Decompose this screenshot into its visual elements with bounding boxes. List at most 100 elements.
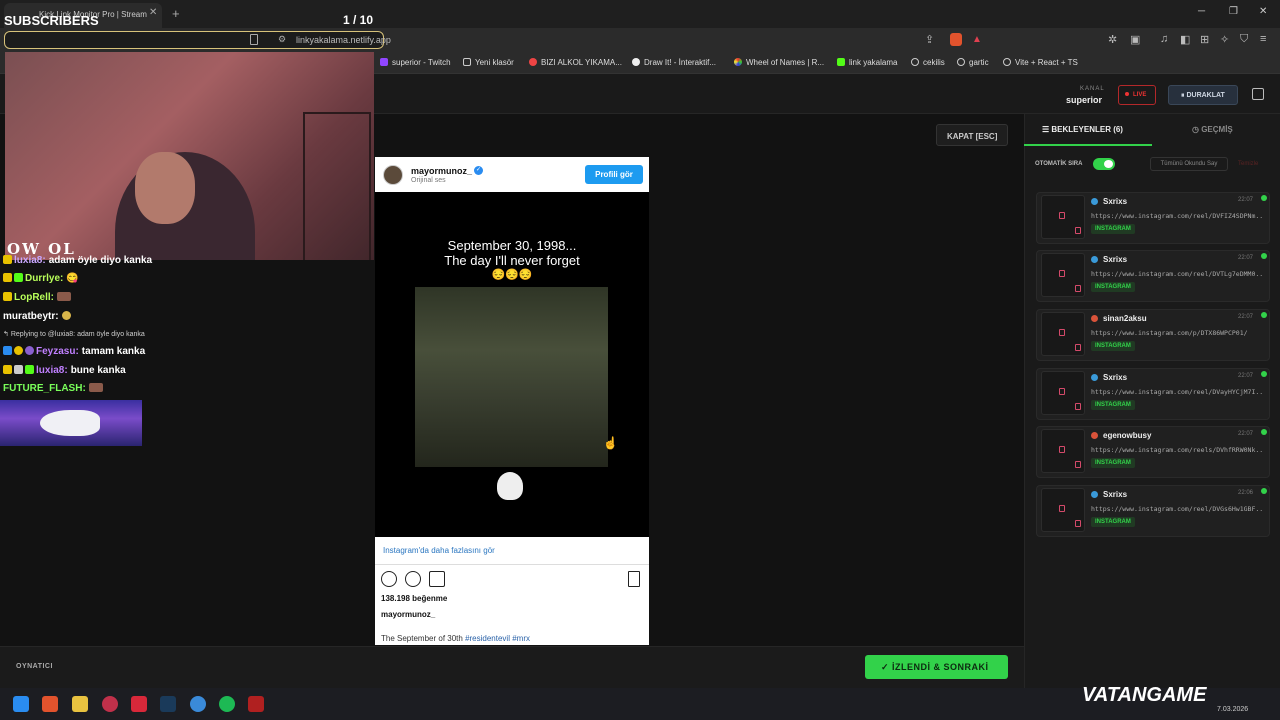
queue-username: Sxrixs bbox=[1103, 373, 1128, 382]
app-icon[interactable] bbox=[248, 696, 264, 712]
player-label: OYNATICI bbox=[16, 663, 53, 670]
extensions-icon[interactable]: ✲ bbox=[1108, 33, 1117, 46]
clear-button[interactable]: Temizle bbox=[1238, 161, 1258, 167]
new-tab-icon[interactable]: + bbox=[172, 6, 180, 21]
bookmark-item[interactable]: link yakalama bbox=[837, 58, 897, 67]
wallet-icon[interactable]: ▣ bbox=[1130, 33, 1140, 46]
taskbar-date: 7.03.2026 bbox=[1217, 706, 1249, 713]
online-dot-icon bbox=[1261, 371, 1267, 377]
queue-username: sinan2aksu bbox=[1103, 314, 1147, 323]
webcam-shelf bbox=[303, 112, 371, 260]
view-profile-button[interactable]: Profili gör bbox=[585, 165, 643, 184]
leo-icon[interactable]: ✧ bbox=[1220, 33, 1229, 46]
live-button[interactable]: LIVE bbox=[1118, 85, 1156, 105]
chat-reply: ↰ Replying to @luxia8: adam öyle diyo ka… bbox=[3, 331, 145, 338]
watched-next-button[interactable]: ✓ İZLENDİ & SONRAKİ bbox=[865, 655, 1008, 679]
close-tab-icon[interactable]: ✕ bbox=[149, 7, 157, 18]
queue-link[interactable]: https://www.instagram.com/p/DTX86WPCP01/ bbox=[1091, 329, 1263, 337]
queue-username: Sxrixs bbox=[1103, 255, 1128, 264]
media-icon[interactable]: ♫ bbox=[1160, 33, 1168, 45]
divider bbox=[375, 564, 649, 565]
share-icon[interactable]: ⇪ bbox=[925, 33, 934, 46]
instagram-icon bbox=[1075, 520, 1081, 527]
video-icon bbox=[1059, 212, 1065, 219]
online-dot-icon bbox=[1261, 488, 1267, 494]
brave-shield-icon[interactable] bbox=[950, 33, 962, 46]
close-window-icon[interactable]: ✕ bbox=[1259, 6, 1267, 17]
mark-all-read-button[interactable]: Tümünü Okundu Say bbox=[1150, 157, 1228, 171]
share-icon[interactable] bbox=[429, 571, 445, 587]
app-icon[interactable] bbox=[190, 696, 206, 712]
file-explorer-icon[interactable] bbox=[72, 696, 88, 712]
twitch-icon bbox=[380, 58, 388, 66]
like-icon[interactable] bbox=[381, 571, 397, 587]
pause-button[interactable]: ⏸ DURAKLAT bbox=[1168, 85, 1238, 105]
like-count: 138.198 beğenme bbox=[381, 594, 448, 603]
instagram-username[interactable]: mayormunoz_ bbox=[411, 166, 472, 176]
queue-link[interactable]: https://www.instagram.com/reel/DVFIZ4SDP… bbox=[1091, 212, 1263, 220]
app-icon[interactable] bbox=[102, 696, 118, 712]
video-frame[interactable] bbox=[415, 287, 608, 467]
sidebar-icon[interactable]: ◧ bbox=[1180, 33, 1190, 46]
queue-link[interactable]: https://www.instagram.com/reel/DVTLg7eDM… bbox=[1091, 270, 1263, 278]
bookmark-item[interactable]: Vite + React + TS bbox=[1003, 58, 1078, 67]
tab-manager-icon[interactable]: ⊞ bbox=[1200, 33, 1209, 46]
badge-icon bbox=[14, 346, 23, 355]
maximize-icon[interactable]: ❐ bbox=[1229, 6, 1238, 17]
brave-icon[interactable] bbox=[42, 696, 58, 712]
tab-history[interactable]: ◷ GEÇMİŞ bbox=[1192, 125, 1233, 134]
emote-icon bbox=[57, 292, 71, 301]
instagram-icon bbox=[1075, 403, 1081, 410]
app-icon[interactable] bbox=[131, 696, 147, 712]
hashtag-link[interactable]: #mrx bbox=[512, 634, 530, 643]
queue-link[interactable]: https://www.instagram.com/reels/DVhfRRW0… bbox=[1091, 446, 1263, 454]
bookmark-item[interactable]: Draw It! - İnteraktif... bbox=[632, 58, 716, 67]
close-button[interactable]: KAPAT [ESC] bbox=[936, 124, 1008, 146]
platform-badge: INSTAGRAM bbox=[1091, 517, 1135, 527]
bookmark-icon[interactable] bbox=[250, 34, 258, 45]
online-dot-icon bbox=[1261, 195, 1267, 201]
queue-link[interactable]: https://www.instagram.com/reel/DVayHYCjM… bbox=[1091, 388, 1263, 396]
user-status-icon bbox=[1091, 198, 1098, 205]
post-description: The September of 30th #residentevil #mrx bbox=[381, 634, 530, 643]
menu-icon[interactable]: ≡ bbox=[1260, 33, 1266, 45]
online-dot-icon bbox=[1261, 312, 1267, 318]
tab-waiting[interactable]: ☰ BEKLEYENLER (6) bbox=[1042, 125, 1123, 134]
queue-link[interactable]: https://www.instagram.com/reel/DVGs6Hw1G… bbox=[1091, 505, 1263, 513]
minimize-icon[interactable]: ─ bbox=[1198, 6, 1205, 17]
brave-rewards-icon[interactable]: ▲ bbox=[972, 34, 982, 45]
bookmark-item[interactable]: gartic bbox=[957, 58, 989, 67]
live-dot-icon bbox=[1125, 92, 1129, 96]
windows-start-icon[interactable] bbox=[13, 696, 29, 712]
save-icon[interactable] bbox=[628, 571, 640, 587]
caption-username[interactable]: mayormunoz_ bbox=[381, 610, 435, 619]
spotify-icon[interactable] bbox=[219, 696, 235, 712]
vpn-icon[interactable]: ⛉ bbox=[1240, 33, 1248, 46]
user-status-icon bbox=[1091, 432, 1098, 439]
bookmark-item[interactable]: Yeni klasör bbox=[463, 58, 514, 67]
globe-icon bbox=[957, 58, 965, 66]
bookmark-item[interactable]: superior - Twitch bbox=[380, 58, 451, 67]
platform-badge: INSTAGRAM bbox=[1091, 282, 1135, 292]
avatar[interactable] bbox=[383, 165, 403, 185]
site-icon bbox=[632, 58, 640, 66]
comment-icon[interactable] bbox=[405, 571, 421, 587]
badge-icon bbox=[3, 346, 12, 355]
hashtag-link[interactable]: #residentevil bbox=[465, 634, 510, 643]
edit-icon[interactable] bbox=[1252, 88, 1264, 100]
toggle-knob bbox=[1104, 160, 1113, 168]
bookmark-item[interactable]: cekilis bbox=[911, 58, 945, 67]
crown-badge-icon bbox=[3, 292, 12, 301]
online-dot-icon bbox=[1261, 253, 1267, 259]
bookmark-item[interactable]: BIZI ALKOL YIKAMA... bbox=[529, 58, 622, 67]
see-more-link[interactable]: Instagram'da daha fazlasını gör bbox=[383, 546, 495, 555]
steam-icon[interactable] bbox=[160, 696, 176, 712]
emote-shape bbox=[40, 410, 100, 436]
queue-username: Sxrixs bbox=[1103, 490, 1128, 499]
online-dot-icon bbox=[1261, 429, 1267, 435]
webcam-overlay bbox=[5, 52, 374, 260]
bookmark-item[interactable]: Wheel of Names | R... bbox=[734, 58, 824, 67]
site-info-icon[interactable]: ⚙ bbox=[278, 34, 286, 45]
platform-badge: INSTAGRAM bbox=[1091, 458, 1135, 468]
instagram-icon bbox=[1075, 227, 1081, 234]
